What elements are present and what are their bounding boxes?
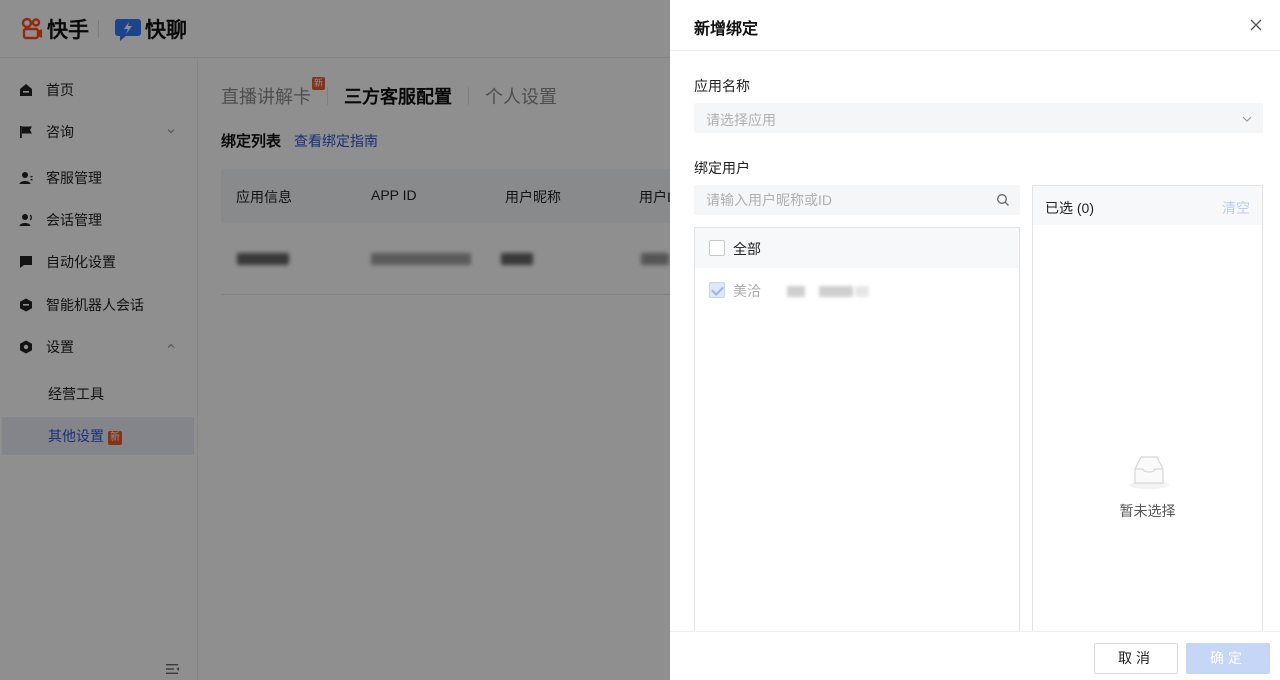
redacted-user-id [787, 286, 805, 297]
app-select[interactable]: 请选择应用 [694, 103, 1263, 133]
drawer-title: 新增绑定 [694, 21, 759, 38]
empty-inbox-icon [1125, 451, 1173, 491]
user-search-input[interactable] [694, 185, 984, 215]
user-search-field [694, 185, 1020, 215]
user-name: 美洽 [733, 283, 761, 299]
selected-panel: 已选 (0) 清空 暂未选择 [1032, 185, 1263, 647]
select-all-row[interactable]: 全部 [695, 228, 1019, 268]
add-binding-drawer: 新增绑定 应用名称 请选择应用 绑定用户 全部 美洽 已选 [670, 0, 1280, 680]
redacted-user-id [819, 286, 853, 297]
app-select-placeholder: 请选择应用 [706, 112, 776, 128]
app-name-label: 应用名称 [694, 78, 750, 94]
drawer-header: 新增绑定 [670, 0, 1280, 51]
select-all-label: 全部 [733, 241, 761, 257]
redacted-user-id [855, 286, 869, 297]
clear-button[interactable]: 清空 [1222, 198, 1250, 218]
empty-state-text: 暂未选择 [1119, 503, 1176, 519]
selected-panel-header: 已选 (0) 清空 [1033, 186, 1262, 225]
search-icon[interactable] [996, 193, 1010, 207]
cancel-button[interactable]: 取消 [1094, 643, 1178, 674]
user-list-panel: 全部 美洽 [694, 227, 1020, 647]
select-all-checkbox[interactable] [709, 240, 725, 256]
bind-user-label: 绑定用户 [694, 160, 750, 176]
user-checkbox [709, 282, 725, 298]
chevron-down-icon [1241, 112, 1253, 124]
close-icon[interactable] [1247, 16, 1265, 34]
list-item: 美洽 [695, 270, 1019, 310]
modal-overlay[interactable] [0, 0, 670, 680]
selected-count: 已选 (0) [1045, 200, 1094, 216]
confirm-button[interactable]: 确定 [1186, 643, 1270, 674]
drawer-footer: 取消 确定 [670, 631, 1280, 680]
